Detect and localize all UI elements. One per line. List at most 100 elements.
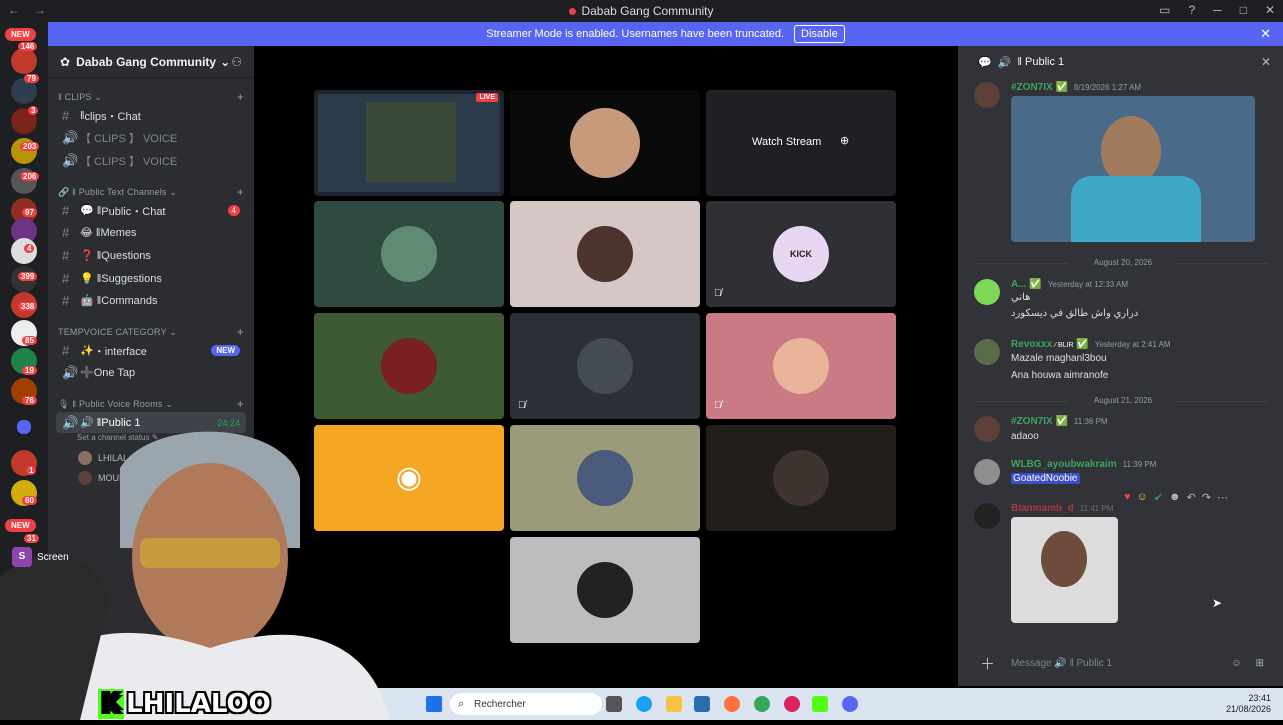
message-author[interactable]: A... ✅ Yesterday at 12:33 AM [1011, 279, 1128, 290]
message-timestamp: 11:36 PM [1073, 417, 1108, 426]
more-icon[interactable]: ⋯ [1217, 491, 1228, 504]
participant-tile[interactable]: KICK BDARIJA 🎙̸ [706, 201, 896, 307]
add-reaction-icon[interactable]: ☻ [1169, 491, 1181, 504]
category-public-voice[interactable]: 🎙 ‖ Public Voice Rooms ⌄ + [58, 397, 244, 411]
add-channel-icon[interactable]: + [237, 90, 244, 104]
zoom-icon[interactable]: ⊕ [840, 134, 849, 147]
participant-tile[interactable] [510, 425, 700, 531]
mention-badge: 338 [18, 302, 38, 311]
message-image[interactable] [1011, 517, 1118, 623]
message-author[interactable]: #ZON7IX ✅ 8/19/2026 1:27 AM [1011, 82, 1141, 93]
category-public-text[interactable]: 🔗 ‖ Public Text Channels ⌄ + [58, 185, 244, 199]
close-button[interactable]: ✕ [1265, 3, 1275, 17]
emoji-icon[interactable]: ☺ [1231, 658, 1241, 669]
avatar[interactable] [974, 459, 1000, 485]
message-timestamp: 11:41 PM [1079, 504, 1114, 513]
channel-clips-voice-2[interactable]: 🔊 【 CLIPS 】 VOICE [56, 150, 246, 171]
stream-tile[interactable]: Watch Stream ⊕ [706, 90, 896, 196]
watch-stream-button[interactable]: Watch Stream [752, 136, 821, 148]
avatar [773, 338, 829, 394]
maximize-button[interactable]: □ [1240, 3, 1247, 17]
store-icon[interactable] [694, 696, 710, 712]
face-reaction-icon[interactable]: ☺ [1137, 491, 1148, 504]
screen-share-indicator[interactable]: S Screen [12, 547, 69, 567]
add-attachment-icon[interactable]: ＋ [980, 653, 995, 674]
forward-icon[interactable]: ↷ [1202, 491, 1211, 504]
message-author[interactable]: #ZON7IX ✅ 11:36 PM [1011, 416, 1108, 427]
avatar [381, 226, 437, 282]
channel-label: ・interface [93, 345, 147, 358]
channel-interface[interactable]: # ✨ ・interface NEW [56, 340, 246, 361]
mention-badge: 76 [22, 396, 37, 405]
heart-reaction-icon[interactable]: ♥ [1124, 491, 1131, 504]
participant-tile[interactable] [510, 537, 700, 643]
participant-tile[interactable] [314, 201, 504, 307]
channel-public-chat[interactable]: # 💬 ‖ Public・Chat 4 [56, 200, 246, 221]
taskbar-search[interactable]: ⌕ Rechercher [450, 693, 602, 715]
channel-label: Commands [101, 294, 158, 307]
channel-commands[interactable]: # 🤖 ‖ Commands [56, 290, 246, 311]
add-friend-icon[interactable]: ⚇ [231, 55, 242, 69]
channel-questions[interactable]: # ❓ ‖ Questions [56, 245, 246, 266]
inbox-icon[interactable]: ▭ [1159, 3, 1170, 17]
server-header[interactable]: ✿ Dabab Gang Community ⌄ ⚇ [48, 46, 254, 78]
channel-one-tap[interactable]: 🔊 ➕ One Tap [56, 362, 246, 383]
message-author[interactable]: Revoxxx ⁄ BLIR ✅ Yesterday at 2:41 AM [1011, 339, 1171, 350]
search-placeholder: Rechercher [474, 698, 526, 710]
message-timestamp: 11:39 PM [1122, 460, 1157, 469]
mention-badge: 206 [20, 172, 40, 181]
channel-clips-chat[interactable]: # ‖ clips・Chat [56, 105, 246, 126]
message-author[interactable]: Blanmamb_d 11:41 PM [1011, 503, 1113, 514]
reply-icon[interactable]: ↶ [1187, 491, 1196, 504]
kick-icon[interactable] [812, 696, 828, 712]
message-input[interactable]: Message 🔊 ‖ Public 1 [1011, 658, 1231, 669]
apps-icon[interactable]: ⊞ [1256, 658, 1264, 669]
participant-tile[interactable] [314, 313, 504, 419]
channel-suggestions[interactable]: # 💡 ‖ Suggestions [56, 268, 246, 289]
avatar[interactable] [974, 339, 1000, 365]
avatar[interactable] [974, 416, 1000, 442]
avatar[interactable] [974, 279, 1000, 305]
minimize-button[interactable]: ─ [1213, 3, 1222, 17]
category-clips[interactable]: ‖ CLIPS ⌄ + [58, 90, 244, 104]
category-tempvoice[interactable]: TEMPVOICE CATEGORY ⌄ + [58, 325, 244, 339]
participant-tile[interactable] [706, 425, 896, 531]
message-timestamp: Yesterday at 2:41 AM [1094, 340, 1171, 349]
check-reaction-icon[interactable]: ✔ [1154, 491, 1163, 504]
chrome-icon[interactable] [754, 696, 770, 712]
task-view-icon[interactable] [606, 696, 622, 712]
participant-tile[interactable]: 🎙̸ [706, 313, 896, 419]
close-icon[interactable]: ✕ [1260, 26, 1271, 42]
help-icon[interactable]: ? [1188, 3, 1195, 17]
channel-clips-voice-1[interactable]: 🔊 【 CLIPS 】 VOICE [56, 127, 246, 148]
disable-button[interactable]: Disable [794, 25, 845, 43]
avatar[interactable] [974, 503, 1000, 529]
channel-memes[interactable]: # 😂 ‖ Memes [56, 222, 246, 243]
server-icon[interactable] [11, 48, 37, 74]
stream-tile[interactable]: LIVE [314, 90, 504, 196]
participant-tile[interactable]: 🎙̸ [510, 313, 700, 419]
camera-tile[interactable] [510, 90, 700, 196]
message-author[interactable]: WLBG_ayoubwakraim 11:39 PM [1011, 459, 1156, 470]
participant-tile[interactable] [510, 201, 700, 307]
firefox-icon[interactable] [724, 696, 740, 712]
close-icon[interactable]: ✕ [1261, 55, 1271, 69]
message-image[interactable] [1011, 96, 1255, 242]
discord-icon[interactable] [842, 696, 858, 712]
chat-bubble-icon: 💬 [978, 56, 992, 69]
mention-badge: 19 [22, 366, 37, 375]
muted-mic-icon: 🎙̸ [714, 400, 722, 411]
app-icon[interactable] [784, 696, 800, 712]
add-channel-icon[interactable]: + [237, 325, 244, 339]
speaker-icon: 🔊 [997, 56, 1012, 69]
edge-icon[interactable] [636, 696, 652, 712]
taskbar-clock[interactable]: 23:41 21/08/2026 [1226, 693, 1271, 715]
channel-label: Public・Chat [101, 205, 166, 218]
category-label: CLIPS [64, 92, 92, 102]
window-title-text: Dabab Gang Community [581, 4, 714, 18]
avatar[interactable] [974, 82, 1000, 108]
file-explorer-icon[interactable] [666, 696, 682, 712]
start-icon[interactable] [426, 696, 442, 712]
add-channel-icon[interactable]: + [237, 397, 244, 411]
add-channel-icon[interactable]: + [237, 185, 244, 199]
